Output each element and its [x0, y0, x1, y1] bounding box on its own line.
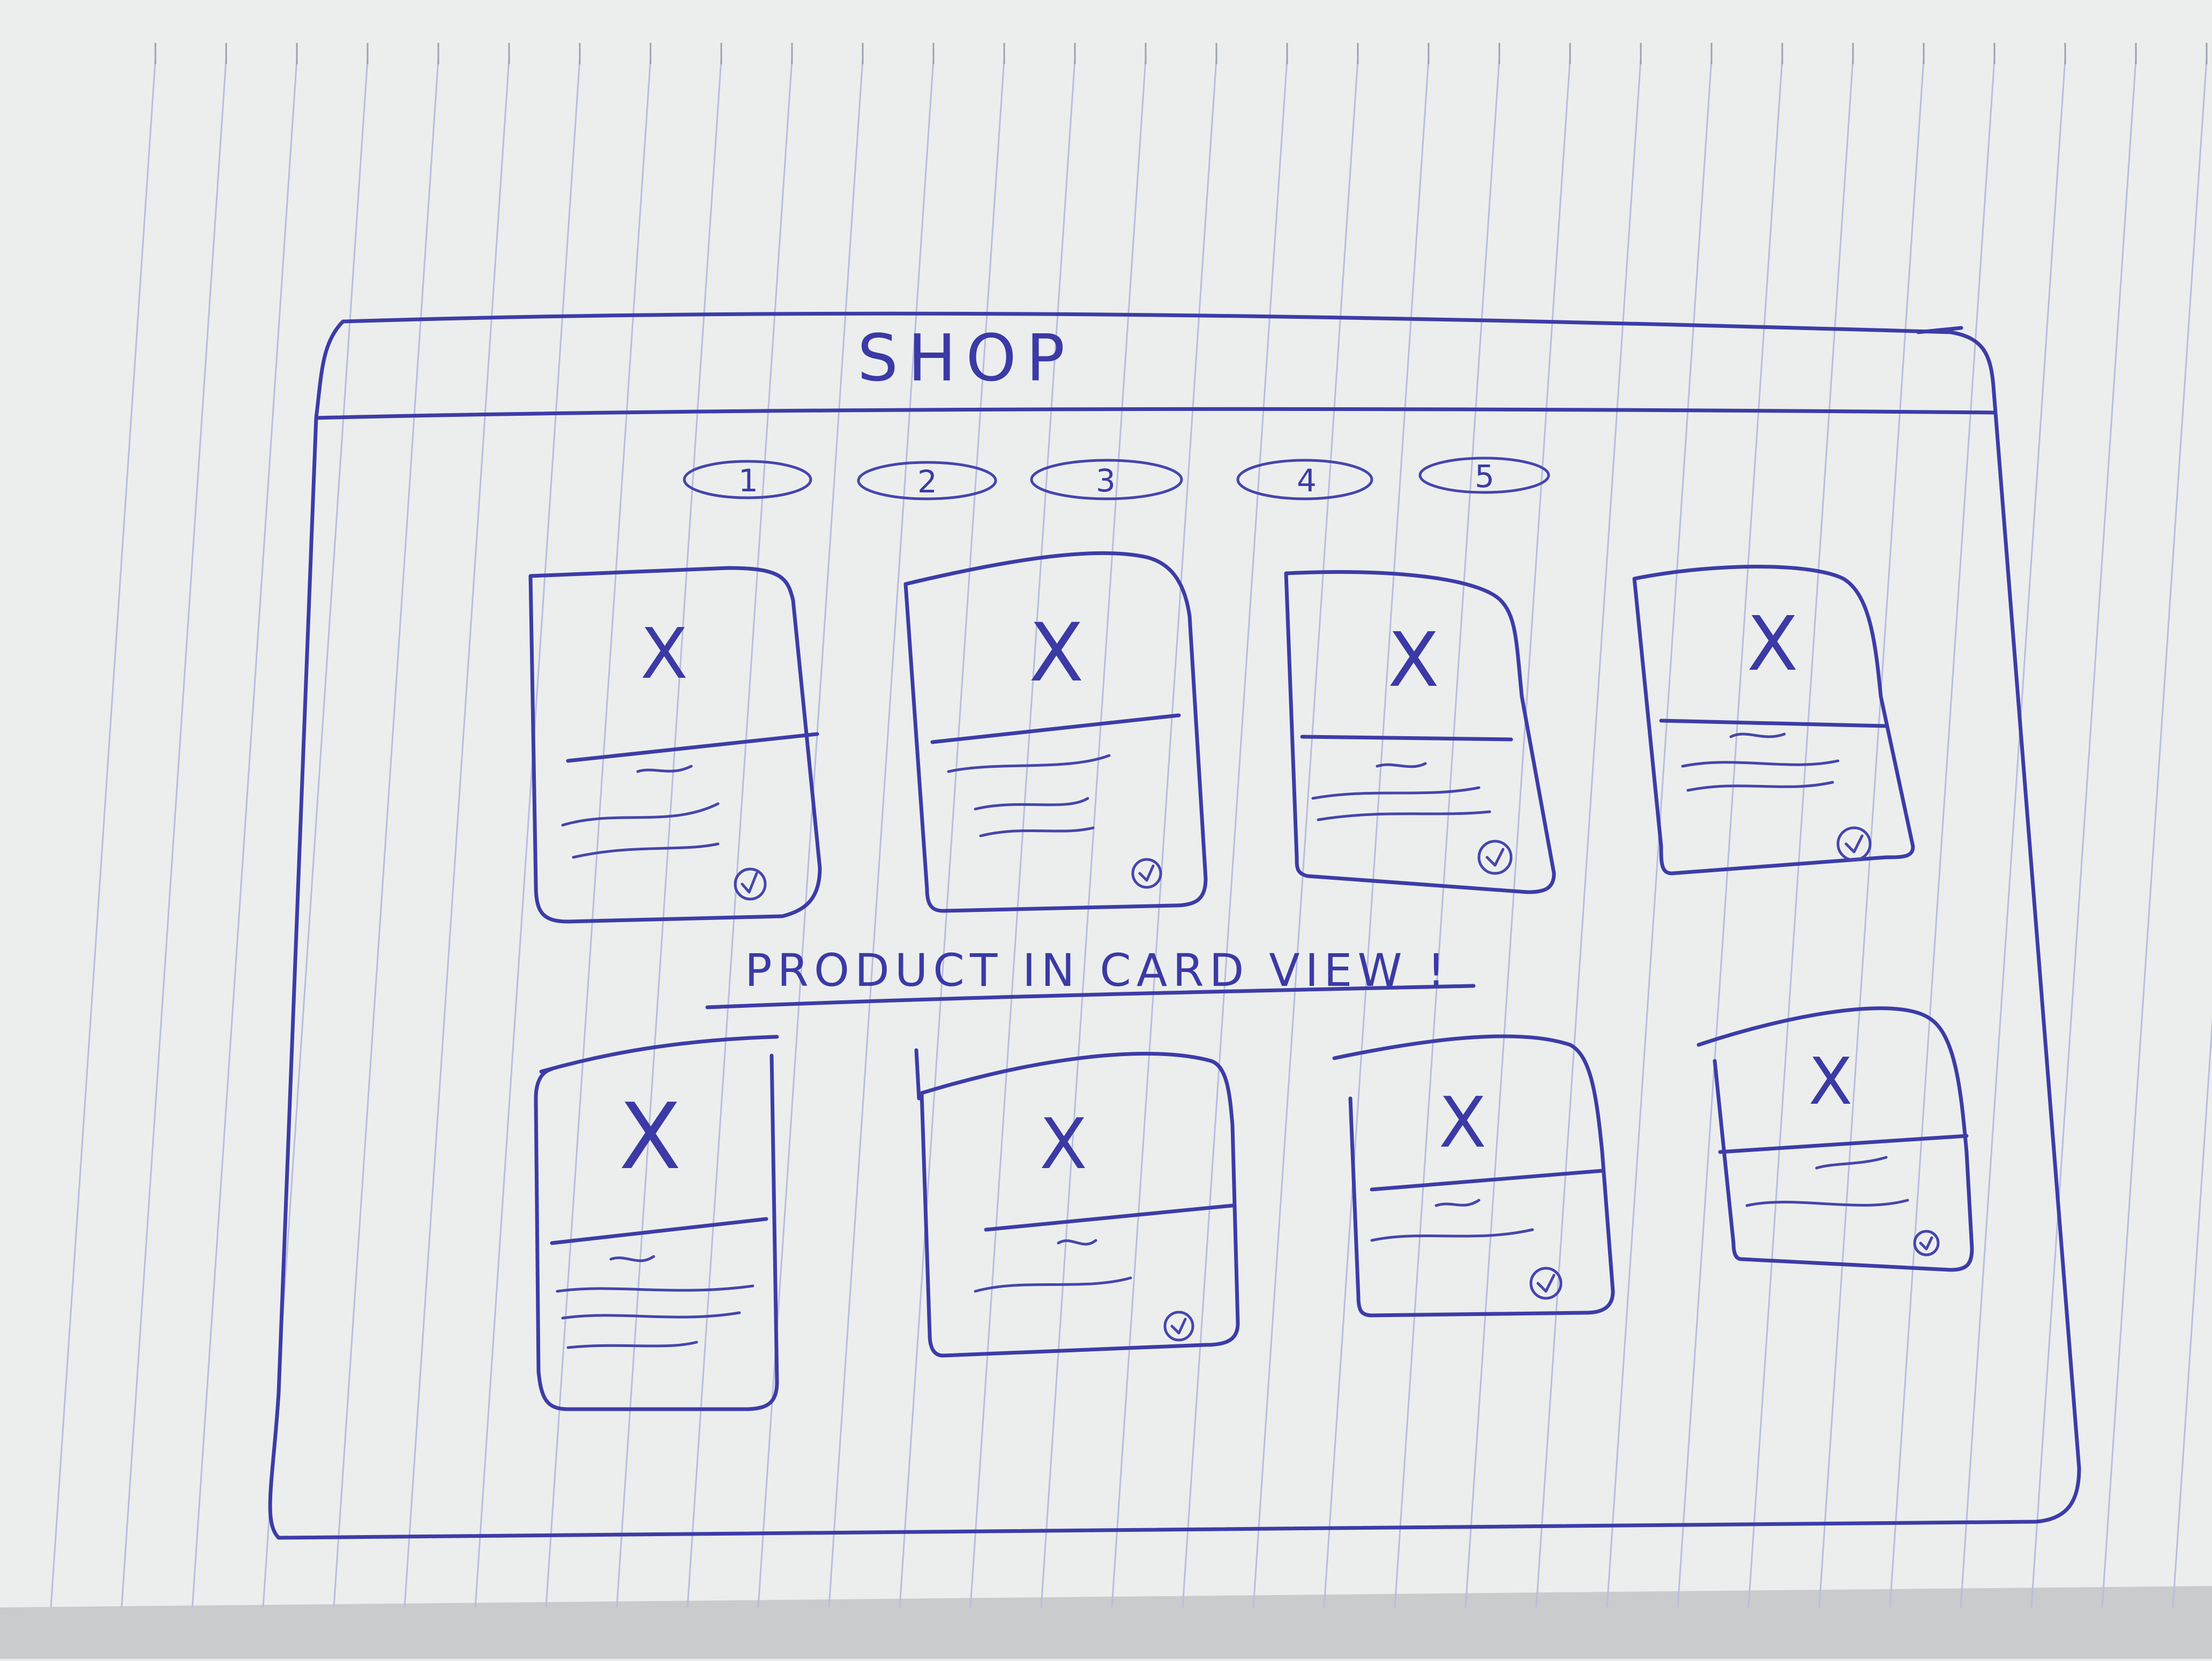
image-placeholder-icon: X [1809, 1045, 1862, 1119]
svg-text:X: X [1029, 607, 1094, 700]
image-placeholder-icon: X [1747, 601, 1808, 688]
svg-text:X: X [1388, 617, 1449, 704]
image-placeholder-icon: X [640, 613, 698, 694]
notebook-page: SHOP 1 2 3 4 5 X X X X PRODUCT IN CARD V… [0, 0, 2212, 1659]
svg-text:X: X [1747, 601, 1808, 688]
page-button-2-label: 2 [917, 463, 937, 500]
image-placeholder-icon: X [1029, 607, 1094, 700]
page-button-3-label: 3 [1096, 462, 1116, 499]
svg-text:X: X [1809, 1045, 1862, 1119]
svg-text:X: X [640, 613, 698, 694]
svg-text:X: X [1040, 1103, 1097, 1185]
page-title: SHOP [857, 321, 1074, 396]
sketch-canvas: SHOP 1 2 3 4 5 X X X X PRODUCT IN CARD V… [0, 0, 2212, 1659]
image-placeholder-icon: X [1439, 1082, 1496, 1163]
image-placeholder-icon: X [1388, 617, 1449, 704]
image-placeholder-icon: X [619, 1084, 691, 1190]
image-placeholder-icon: X [1040, 1103, 1097, 1185]
page-button-5-label: 5 [1475, 458, 1494, 495]
page-button-4-label: 4 [1297, 462, 1317, 499]
paper [0, 0, 2212, 1659]
page-button-1-label: 1 [738, 462, 758, 499]
svg-text:X: X [619, 1084, 691, 1190]
card-divider [1300, 735, 1513, 742]
svg-text:X: X [1439, 1082, 1496, 1163]
